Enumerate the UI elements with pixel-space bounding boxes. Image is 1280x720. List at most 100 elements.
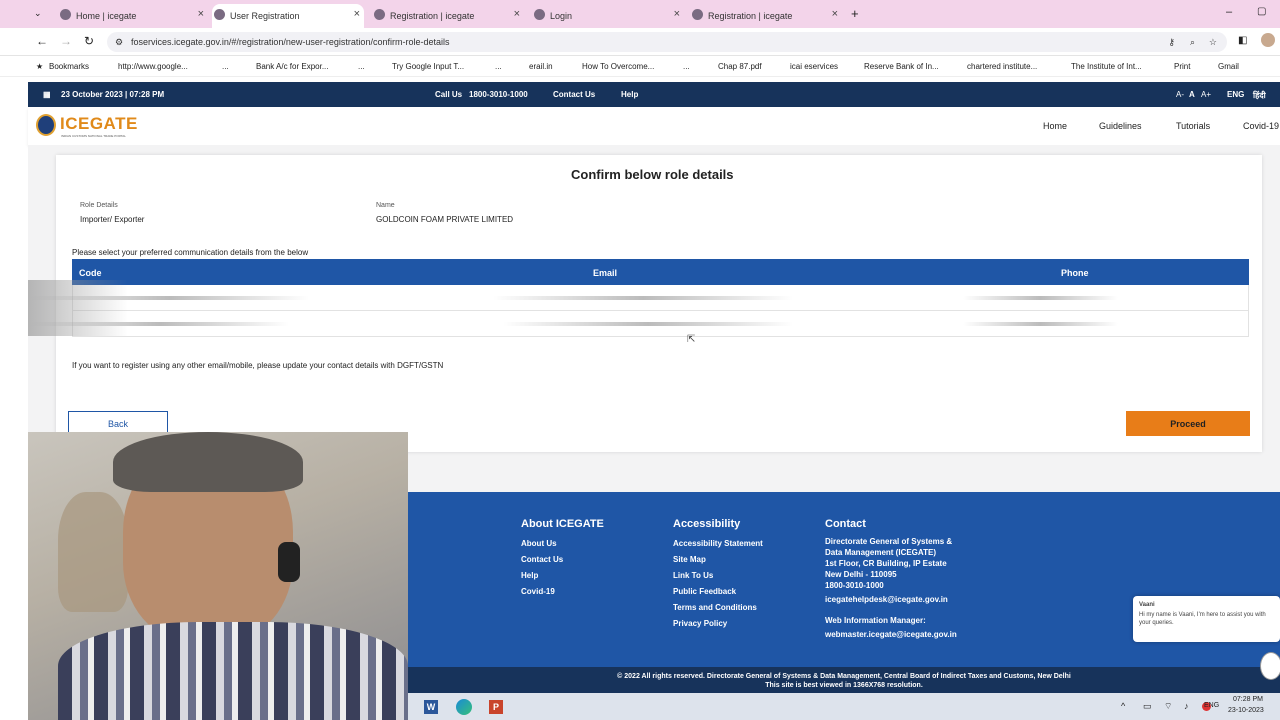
network-icon[interactable]: ▭	[1143, 701, 1152, 712]
footer-link-contact-us[interactable]: Contact Us	[521, 555, 563, 564]
chat-avatar-icon[interactable]	[1260, 652, 1280, 680]
taskbar-language[interactable]: ENG	[1204, 702, 1219, 709]
taskbar-time[interactable]: 07:28 PM	[1233, 696, 1263, 703]
close-tab-icon[interactable]: ×	[832, 8, 838, 20]
wifi-icon[interactable]: ⌔	[1164, 701, 1172, 712]
nav-home[interactable]: Home	[1043, 121, 1067, 131]
top-contact-us-link[interactable]: Contact Us	[553, 90, 595, 99]
sidebar-icon[interactable]: ◧	[1238, 35, 1247, 46]
bookmark-item[interactable]: http://www.google...	[118, 62, 188, 71]
copyright-bar: © 2022 All rights reserved. Directorate …	[408, 667, 1280, 693]
bookmark-item[interactable]: Print	[1174, 62, 1190, 71]
site-info-icon[interactable]: ⚙	[115, 32, 123, 52]
tab-label: User Registration	[230, 11, 300, 21]
footer-link-link-to-us[interactable]: Link To Us	[673, 571, 713, 580]
bookmark-item[interactable]: The Institute of Int...	[1071, 62, 1142, 71]
maximize-window-icon[interactable]: ▢	[1257, 6, 1266, 17]
nav-tutorials[interactable]: Tutorials	[1176, 121, 1210, 131]
edge-browser-icon[interactable]	[456, 699, 472, 715]
nav-guidelines[interactable]: Guidelines	[1099, 121, 1142, 131]
bookmark-item[interactable]: icai eservices	[790, 62, 838, 71]
minimize-window-icon[interactable]: –	[1226, 6, 1232, 18]
tab-list-chevron-icon[interactable]: ⌄	[34, 8, 42, 19]
background-person	[58, 492, 128, 612]
bookmark-item[interactable]: How To Overcome...	[582, 62, 654, 71]
contact-email-link[interactable]: icegatehelpdesk@icegate.gov.in	[825, 595, 948, 604]
os-taskbar: W P ^ ▭ ⌔ ♪ ENG 07:28 PM 23-10-2023	[408, 693, 1280, 720]
bookmarks-bar: ★ Bookmarks http://www.google... ... Ban…	[0, 57, 1280, 77]
chat-widget[interactable]: Vaani Hi my name is Vaani, I'm here to a…	[1133, 596, 1280, 642]
word-app-icon[interactable]: W	[424, 700, 438, 714]
column-header-phone: Phone	[1061, 268, 1089, 278]
new-tab-plus-icon[interactable]: +	[851, 6, 859, 21]
footer-contact-title: Contact	[825, 518, 866, 530]
footer-link-about-us[interactable]: About Us	[521, 539, 557, 548]
call-us-number[interactable]: 1800-3010-1000	[469, 90, 528, 99]
close-tab-icon[interactable]: ×	[198, 8, 204, 20]
lang-english-button[interactable]: ENG	[1227, 90, 1244, 99]
table-row[interactable]	[29, 285, 1249, 311]
star-icon[interactable]: ☆	[1209, 32, 1217, 52]
footer-accessibility-title: Accessibility	[673, 518, 741, 530]
bookmark-item[interactable]: ...	[683, 62, 690, 71]
bookmark-item[interactable]: Reserve Bank of In...	[864, 62, 939, 71]
lang-hindi-button[interactable]: हिंदी	[1253, 90, 1266, 101]
footer-link-public-feedback[interactable]: Public Feedback	[673, 587, 736, 596]
bookmark-item[interactable]: ...	[358, 62, 365, 71]
tab-home[interactable]: Home | icegate ×	[58, 4, 208, 28]
webcam-overlay	[28, 432, 408, 720]
bookmark-item[interactable]: Gmail	[1218, 62, 1239, 71]
site-logo[interactable]: ICEGATE	[60, 114, 138, 134]
footer-link-site-map[interactable]: Site Map	[673, 555, 706, 564]
powerpoint-app-icon[interactable]: P	[489, 700, 503, 714]
bookmark-item[interactable]: ...	[222, 62, 229, 71]
site-top-bar: ▦ 23 October 2023 | 07:28 PM Call Us 180…	[28, 82, 1280, 107]
footer-link-covid-19[interactable]: Covid-19	[521, 587, 555, 596]
chat-message: Hi my name is Vaani, I'm here to assist …	[1139, 612, 1266, 626]
forward-arrow-icon[interactable]: →	[60, 34, 72, 48]
close-tab-icon[interactable]: ×	[674, 8, 680, 20]
tab-label: Login	[550, 11, 573, 21]
reload-icon[interactable]: ↻	[84, 34, 94, 48]
site-header: ICEGATE INDIAN CUSTOMS NATIONAL TRADE PO…	[28, 107, 1280, 145]
bookmark-item[interactable]: ...	[495, 62, 502, 71]
close-tab-icon[interactable]: ×	[354, 8, 360, 20]
bookmark-item[interactable]: Chap 87.pdf	[718, 62, 762, 71]
copyright-text: © 2022 All rights reserved. Directorate …	[617, 673, 1071, 680]
key-icon[interactable]: ⚷	[1168, 32, 1175, 52]
bookmark-item[interactable]: erail.in	[529, 62, 553, 71]
table-row[interactable]	[29, 311, 1249, 337]
bookmark-item[interactable]: Bookmarks	[49, 62, 89, 71]
tab-registration[interactable]: Registration | icegate ×	[372, 4, 524, 28]
bookmark-item[interactable]: chartered institute...	[967, 62, 1037, 71]
address-bar[interactable]: ⚙ foservices.icegate.gov.in/#/registrati…	[107, 32, 1227, 52]
nav-covid-19[interactable]: Covid-19	[1243, 121, 1279, 131]
taskbar-date[interactable]: 23-10-2023	[1228, 707, 1264, 714]
bookmark-item[interactable]: Bank A/c for Expor...	[256, 62, 328, 71]
back-arrow-icon[interactable]: ←	[36, 34, 48, 48]
tab-label: Registration | icegate	[390, 11, 475, 21]
footer-link-terms[interactable]: Terms and Conditions	[673, 603, 757, 612]
web-manager-email-link[interactable]: webmaster.icegate@icegate.gov.in	[825, 630, 957, 639]
redacted-email	[503, 322, 793, 326]
footer-link-help[interactable]: Help	[521, 571, 538, 580]
close-tab-icon[interactable]: ×	[514, 8, 520, 20]
proceed-button[interactable]: Proceed	[1126, 411, 1250, 436]
tab-user-registration[interactable]: User Registration ×	[212, 4, 364, 28]
tab-login[interactable]: Login ×	[532, 4, 684, 28]
tab-registration-2[interactable]: Registration | icegate ×	[690, 4, 842, 28]
font-increase-button[interactable]: A+	[1201, 90, 1211, 99]
calendar-icon: ▦	[43, 90, 51, 99]
column-header-email: Email	[593, 268, 618, 278]
tray-chevron-icon[interactable]: ^	[1121, 701, 1125, 711]
font-normal-button[interactable]: A	[1189, 90, 1195, 99]
footer-link-privacy-policy[interactable]: Privacy Policy	[673, 619, 727, 628]
volume-icon[interactable]: ♪	[1184, 701, 1189, 711]
zoom-icon[interactable]: ⌕	[1190, 32, 1195, 52]
bookmark-item[interactable]: Try Google Input T...	[392, 62, 464, 71]
top-help-link[interactable]: Help	[621, 90, 638, 99]
footer-link-accessibility-statement[interactable]: Accessibility Statement	[673, 539, 763, 548]
font-decrease-button[interactable]: A-	[1176, 90, 1184, 99]
url-text: foservices.icegate.gov.in/#/registration…	[131, 37, 450, 47]
profile-avatar[interactable]	[1261, 33, 1275, 47]
